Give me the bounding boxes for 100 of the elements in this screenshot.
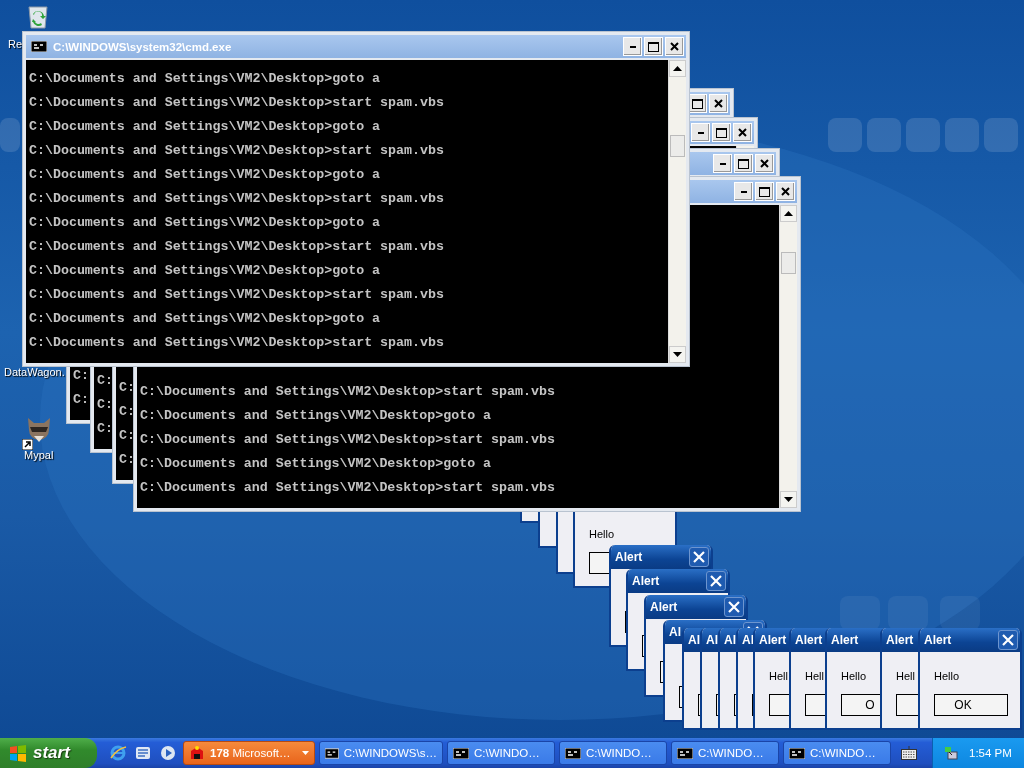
mail-icon-drawing	[134, 744, 152, 762]
wallpaper-tile	[828, 118, 862, 152]
maximize-icon	[716, 127, 727, 138]
down-arrow-icon	[784, 497, 793, 502]
wallpaper-tile	[906, 118, 940, 152]
wallpaper-tile	[940, 596, 980, 630]
scroll-up-button[interactable]	[780, 205, 797, 222]
console-icon	[453, 747, 469, 759]
taskbar-button[interactable]: C:\WINDOWS\s…	[319, 741, 443, 765]
minimize-button[interactable]	[734, 182, 753, 201]
dialog-message: Hell	[896, 670, 915, 682]
dialog-message: Hello	[841, 670, 867, 682]
taskbar-button[interactable]: C:\WINDO…	[671, 741, 779, 765]
dialog-title: Alert	[615, 550, 643, 564]
maximize-icon	[692, 98, 703, 109]
wallpaper-tile	[867, 118, 901, 152]
dialog-title: Alert	[831, 633, 859, 647]
close-button[interactable]	[689, 547, 709, 567]
console-line: C:\Documents and Settings\VM2\Desktop>goto a	[29, 311, 381, 326]
scrollbar[interactable]	[668, 60, 686, 363]
windows-flag-icon	[8, 744, 28, 762]
maximize-icon	[738, 158, 749, 169]
console-line: C:\Documents and Settings\VM2\Desktop>start spam.vbs	[29, 239, 444, 254]
console-line: C:	[119, 380, 135, 395]
console-line: C:	[97, 397, 113, 412]
minimize-icon	[740, 190, 747, 193]
maximize-button[interactable]	[644, 37, 663, 56]
console-line: C:	[73, 368, 89, 383]
console-icon	[325, 747, 339, 759]
mail-icon[interactable]	[134, 744, 152, 762]
scroll-up-button[interactable]	[669, 60, 686, 77]
taskbar-button[interactable]: C:\WINDO…	[559, 741, 667, 765]
maximize-icon	[648, 41, 659, 52]
dialog-title: Al	[742, 633, 754, 647]
recycle-bin-icon[interactable]	[25, 3, 51, 29]
console-icon	[677, 747, 693, 759]
taskbar-button[interactable]: 178 Microsoft…	[183, 741, 315, 765]
console-line: C:\Documents and Settings\VM2\Desktop>start spam.vbs	[29, 287, 444, 302]
console-line: C:\Documents and Settings\VM2\Desktop>start spam.vbs	[140, 384, 555, 399]
close-button[interactable]	[998, 630, 1018, 650]
console-line: C:	[119, 404, 135, 419]
minimize-button[interactable]	[623, 37, 642, 56]
task-label: C:\WINDO…	[698, 747, 764, 759]
taskbar-button[interactable]: C:\WINDO…	[783, 741, 891, 765]
browser-icon[interactable]	[109, 744, 127, 762]
up-arrow-icon	[784, 211, 793, 216]
desktop-icon-label[interactable]: DataWagon.	[4, 366, 65, 378]
maximize-button[interactable]	[712, 123, 731, 142]
maximize-button[interactable]	[734, 154, 753, 173]
close-button[interactable]	[724, 597, 744, 617]
console-line: C:	[97, 373, 113, 388]
wallpaper-tile	[0, 118, 20, 152]
clock[interactable]: 1:54 PM	[969, 747, 1012, 759]
console-icon	[31, 41, 47, 52]
ok-button[interactable]: OK	[934, 694, 1008, 716]
console-line: C:\Documents and Settings\VM2\Desktop>goto a	[29, 263, 381, 278]
console-line: C:\Documents and Settings\VM2\Desktop>goto a	[140, 456, 492, 471]
desktop-icon-label[interactable]: Mypal	[24, 449, 54, 461]
scroll-down-button[interactable]	[780, 491, 797, 508]
console-line: C:	[73, 392, 89, 407]
dialog-message: Hello	[934, 670, 960, 682]
console-line: C:\Documents and Settings\VM2\Desktop>start spam.vbs	[29, 335, 444, 350]
dialog-title: Alert	[795, 633, 823, 647]
console-line: C:\Documents and Settings\VM2\Desktop>goto a	[29, 119, 381, 134]
minimize-icon	[719, 162, 726, 165]
task-label: C:\WINDO…	[474, 747, 540, 759]
minimize-button[interactable]	[713, 154, 732, 173]
console-line: C:\Documents and Settings\VM2\Desktop>start spam.vbs	[140, 480, 555, 495]
scrollbar[interactable]	[779, 205, 797, 508]
console-line: C:\Documents and Settings\VM2\Desktop>start spam.vbs	[29, 191, 444, 206]
console-line: C:	[97, 421, 113, 436]
dialog-title: Al	[669, 625, 681, 639]
taskbar-button[interactable]: C:\WINDO…	[447, 741, 555, 765]
maximize-button[interactable]	[755, 182, 774, 201]
desktop-icon-label[interactable]: Re	[8, 38, 23, 50]
dialog-title: Alert	[632, 574, 660, 588]
wallpaper-tile	[984, 118, 1018, 152]
dialog-title: Alert	[924, 633, 952, 647]
wallpaper-tile	[945, 118, 979, 152]
play-icon[interactable]	[159, 744, 177, 762]
scroll-down-button[interactable]	[669, 346, 686, 363]
dialog-message: Hell	[769, 670, 788, 682]
scroll-thumb[interactable]	[781, 252, 796, 274]
task-label: C:\WINDOWS\s…	[343, 747, 437, 759]
keyboard-icon[interactable]	[901, 746, 917, 760]
application-icon	[189, 745, 205, 761]
close-button[interactable]	[706, 571, 726, 591]
minimize-icon	[629, 45, 636, 48]
minimize-button[interactable]	[691, 123, 710, 142]
console-line: C:	[119, 452, 135, 467]
network-icon[interactable]	[943, 745, 959, 761]
scroll-thumb[interactable]	[670, 135, 685, 157]
start-button[interactable]: start	[0, 738, 97, 768]
up-arrow-icon	[673, 66, 682, 71]
wallpaper-tile	[840, 596, 880, 630]
console-line: C:\Documents and Settings\VM2\Desktop>goto a	[29, 71, 381, 86]
minimize-icon	[697, 131, 704, 134]
wallpaper-tile	[888, 596, 928, 630]
dialog-title: Al	[688, 633, 700, 647]
console-line: C:\Documents and Settings\VM2\Desktop>start spam.vbs	[140, 432, 555, 447]
